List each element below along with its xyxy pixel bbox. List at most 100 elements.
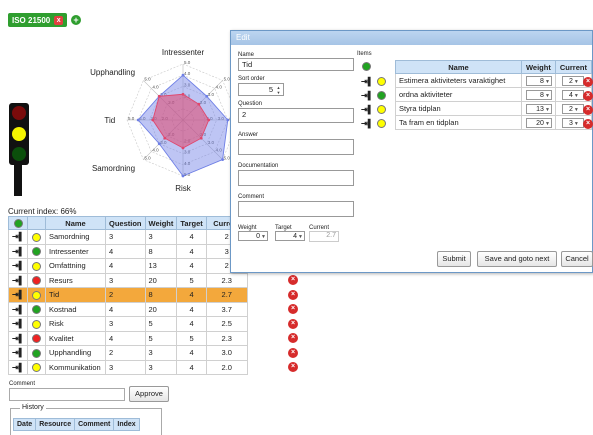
- row-link-cell[interactable]: ⇥▌: [8, 287, 28, 303]
- ring-label: 4.0: [152, 148, 159, 153]
- delete-row-icon[interactable]: ×: [288, 304, 298, 315]
- weight-dropdown-icon[interactable]: ▼: [545, 78, 550, 87]
- link-icon[interactable]: ⇥▌: [12, 348, 24, 357]
- add-tab-icon[interactable]: +: [71, 15, 81, 25]
- link-icon[interactable]: ⇥▌: [12, 319, 24, 328]
- row-link-cell[interactable]: ⇥▌: [8, 345, 28, 361]
- weight-select[interactable]: 0▼: [238, 231, 268, 241]
- row-link-cell[interactable]: ⇥▌: [8, 258, 28, 274]
- link-icon[interactable]: ⇥▌: [12, 261, 24, 270]
- item-row[interactable]: Ta fram en tidplan 20▼ 3▼: [387, 115, 593, 130]
- table-row[interactable]: ⇥▌ Kvalitet 4 5 5 2.3: [8, 330, 284, 346]
- table-row[interactable]: ⇥▌ Kostnad 4 20 4 3.7: [8, 301, 284, 317]
- row-weight: 5: [144, 330, 178, 346]
- history-col-resource[interactable]: Resource: [35, 418, 76, 431]
- row-link-cell[interactable]: ⇥▌: [8, 316, 28, 332]
- row-link-cell[interactable]: ⇥▌: [8, 330, 28, 346]
- delete-row-icon[interactable]: ×: [288, 318, 298, 329]
- link-icon[interactable]: ⇥▌: [12, 232, 24, 241]
- history-col-index[interactable]: Index: [113, 418, 140, 431]
- history-col-date[interactable]: Date: [12, 418, 37, 431]
- item-weight-cell[interactable]: 13▼: [520, 101, 556, 116]
- items-col-weight[interactable]: Weight: [520, 60, 556, 74]
- add-row-header[interactable]: [8, 216, 28, 230]
- weight-dropdown-icon[interactable]: ▼: [545, 106, 550, 115]
- row-link-cell[interactable]: ⇥▌: [8, 243, 28, 259]
- tab-close-icon[interactable]: x: [54, 15, 64, 25]
- row-link-cell[interactable]: ⇥▌: [8, 301, 28, 317]
- dialog-title[interactable]: Edit: [231, 31, 592, 45]
- delete-item-icon[interactable]: ×: [583, 104, 593, 115]
- axis-label: Samordning: [92, 164, 135, 173]
- submit-button[interactable]: Submit: [437, 251, 471, 267]
- comment-textarea[interactable]: [238, 201, 354, 217]
- table-row[interactable]: ⇥▌ Tid 2 8 4 2.7: [8, 287, 284, 303]
- link-icon[interactable]: ⇥▌: [12, 305, 24, 314]
- save-and-goto-next-button[interactable]: Save and goto next: [477, 251, 557, 267]
- documentation-textarea[interactable]: [238, 170, 354, 186]
- delete-row-icon[interactable]: ×: [288, 362, 298, 373]
- row-link-cell[interactable]: ⇥▌: [8, 272, 28, 288]
- tab-iso-21500[interactable]: ISO 21500 x: [8, 13, 68, 27]
- item-link-icon[interactable]: ⇥▌: [361, 77, 373, 86]
- question-input[interactable]: 2: [238, 108, 354, 123]
- delete-item-icon[interactable]: ×: [583, 90, 593, 101]
- item-row[interactable]: ordna aktiviteter 8▼ 4▼: [387, 87, 593, 102]
- col-question[interactable]: Question: [105, 216, 146, 230]
- weight-dropdown-icon[interactable]: ▼: [545, 120, 550, 129]
- item-link-icon[interactable]: ⇥▌: [361, 119, 373, 128]
- add-row-icon[interactable]: [13, 218, 23, 228]
- delete-item-icon[interactable]: ×: [583, 118, 593, 129]
- delete-row-icon[interactable]: ×: [288, 289, 298, 300]
- items-col-current[interactable]: Current: [554, 60, 593, 74]
- table-row[interactable]: ⇥▌ Resurs 3 20 5 2.3: [8, 272, 284, 288]
- target-dropdown-icon[interactable]: ▼: [298, 233, 303, 242]
- item-link-icon[interactable]: ⇥▌: [361, 91, 373, 100]
- item-weight-cell[interactable]: 8▼: [520, 87, 556, 102]
- item-row[interactable]: Estimera aktiviteters varaktighet 8▼ 2▼: [387, 73, 593, 88]
- table-row[interactable]: ⇥▌ Upphandling 2 3 4 3.0: [8, 345, 284, 361]
- current-dropdown-icon[interactable]: ▼: [574, 92, 579, 101]
- name-input[interactable]: Tid: [238, 58, 354, 71]
- history-col-comment[interactable]: Comment: [74, 418, 115, 431]
- link-icon[interactable]: ⇥▌: [12, 363, 24, 372]
- approve-button[interactable]: Approve: [129, 386, 169, 402]
- col-name[interactable]: Name: [45, 216, 106, 230]
- link-icon[interactable]: ⇥▌: [12, 276, 24, 285]
- table-row[interactable]: ⇥▌ Risk 3 5 4 2.5: [8, 316, 284, 332]
- row-status-cell: [27, 301, 46, 317]
- col-target[interactable]: Target: [176, 216, 207, 230]
- row-link-cell[interactable]: ⇥▌: [8, 229, 28, 245]
- row-current: 2.7: [205, 287, 248, 303]
- link-icon[interactable]: ⇥▌: [12, 290, 24, 299]
- col-weight[interactable]: Weight: [144, 216, 178, 230]
- delete-row-icon[interactable]: ×: [288, 333, 298, 344]
- link-icon[interactable]: ⇥▌: [12, 247, 24, 256]
- series-point-target: [205, 94, 209, 98]
- sort-order-stepper[interactable]: 5 ▲ ▼: [238, 83, 284, 96]
- item-link-icon[interactable]: ⇥▌: [361, 105, 373, 114]
- current-dropdown-icon[interactable]: ▼: [574, 78, 579, 87]
- cancel-button[interactable]: Cancel: [561, 251, 593, 267]
- comment-input[interactable]: [9, 388, 125, 401]
- delete-item-icon[interactable]: ×: [583, 76, 593, 87]
- items-pad: [387, 61, 396, 74]
- add-item-icon[interactable]: [362, 62, 371, 72]
- weight-dropdown-icon[interactable]: ▼: [545, 92, 550, 101]
- item-row[interactable]: Styra tidplan 13▼ 2▼: [387, 101, 593, 116]
- delete-row-icon[interactable]: ×: [288, 347, 298, 358]
- answer-textarea[interactable]: [238, 139, 354, 155]
- items-col-name[interactable]: Name: [395, 60, 522, 74]
- weight-dropdown-icon[interactable]: ▼: [261, 233, 266, 242]
- row-link-cell[interactable]: ⇥▌: [8, 359, 28, 375]
- target-select[interactable]: 4▼: [275, 231, 305, 241]
- item-weight-cell[interactable]: 8▼: [520, 73, 556, 88]
- current-dropdown-icon[interactable]: ▼: [574, 120, 579, 129]
- current-dropdown-icon[interactable]: ▼: [574, 106, 579, 115]
- link-icon[interactable]: ⇥▌: [12, 334, 24, 343]
- delete-row-icon[interactable]: ×: [288, 275, 298, 286]
- item-weight-cell[interactable]: 20▼: [520, 115, 556, 130]
- table-row[interactable]: ⇥▌ Kommunikation 3 3 4 2.0: [8, 359, 284, 375]
- edit-dialog: Edit Name Tid Sort order 5 ▲ ▼ Question 2…: [230, 30, 593, 273]
- stepper-arrows-icon[interactable]: ▲ ▼: [275, 85, 282, 95]
